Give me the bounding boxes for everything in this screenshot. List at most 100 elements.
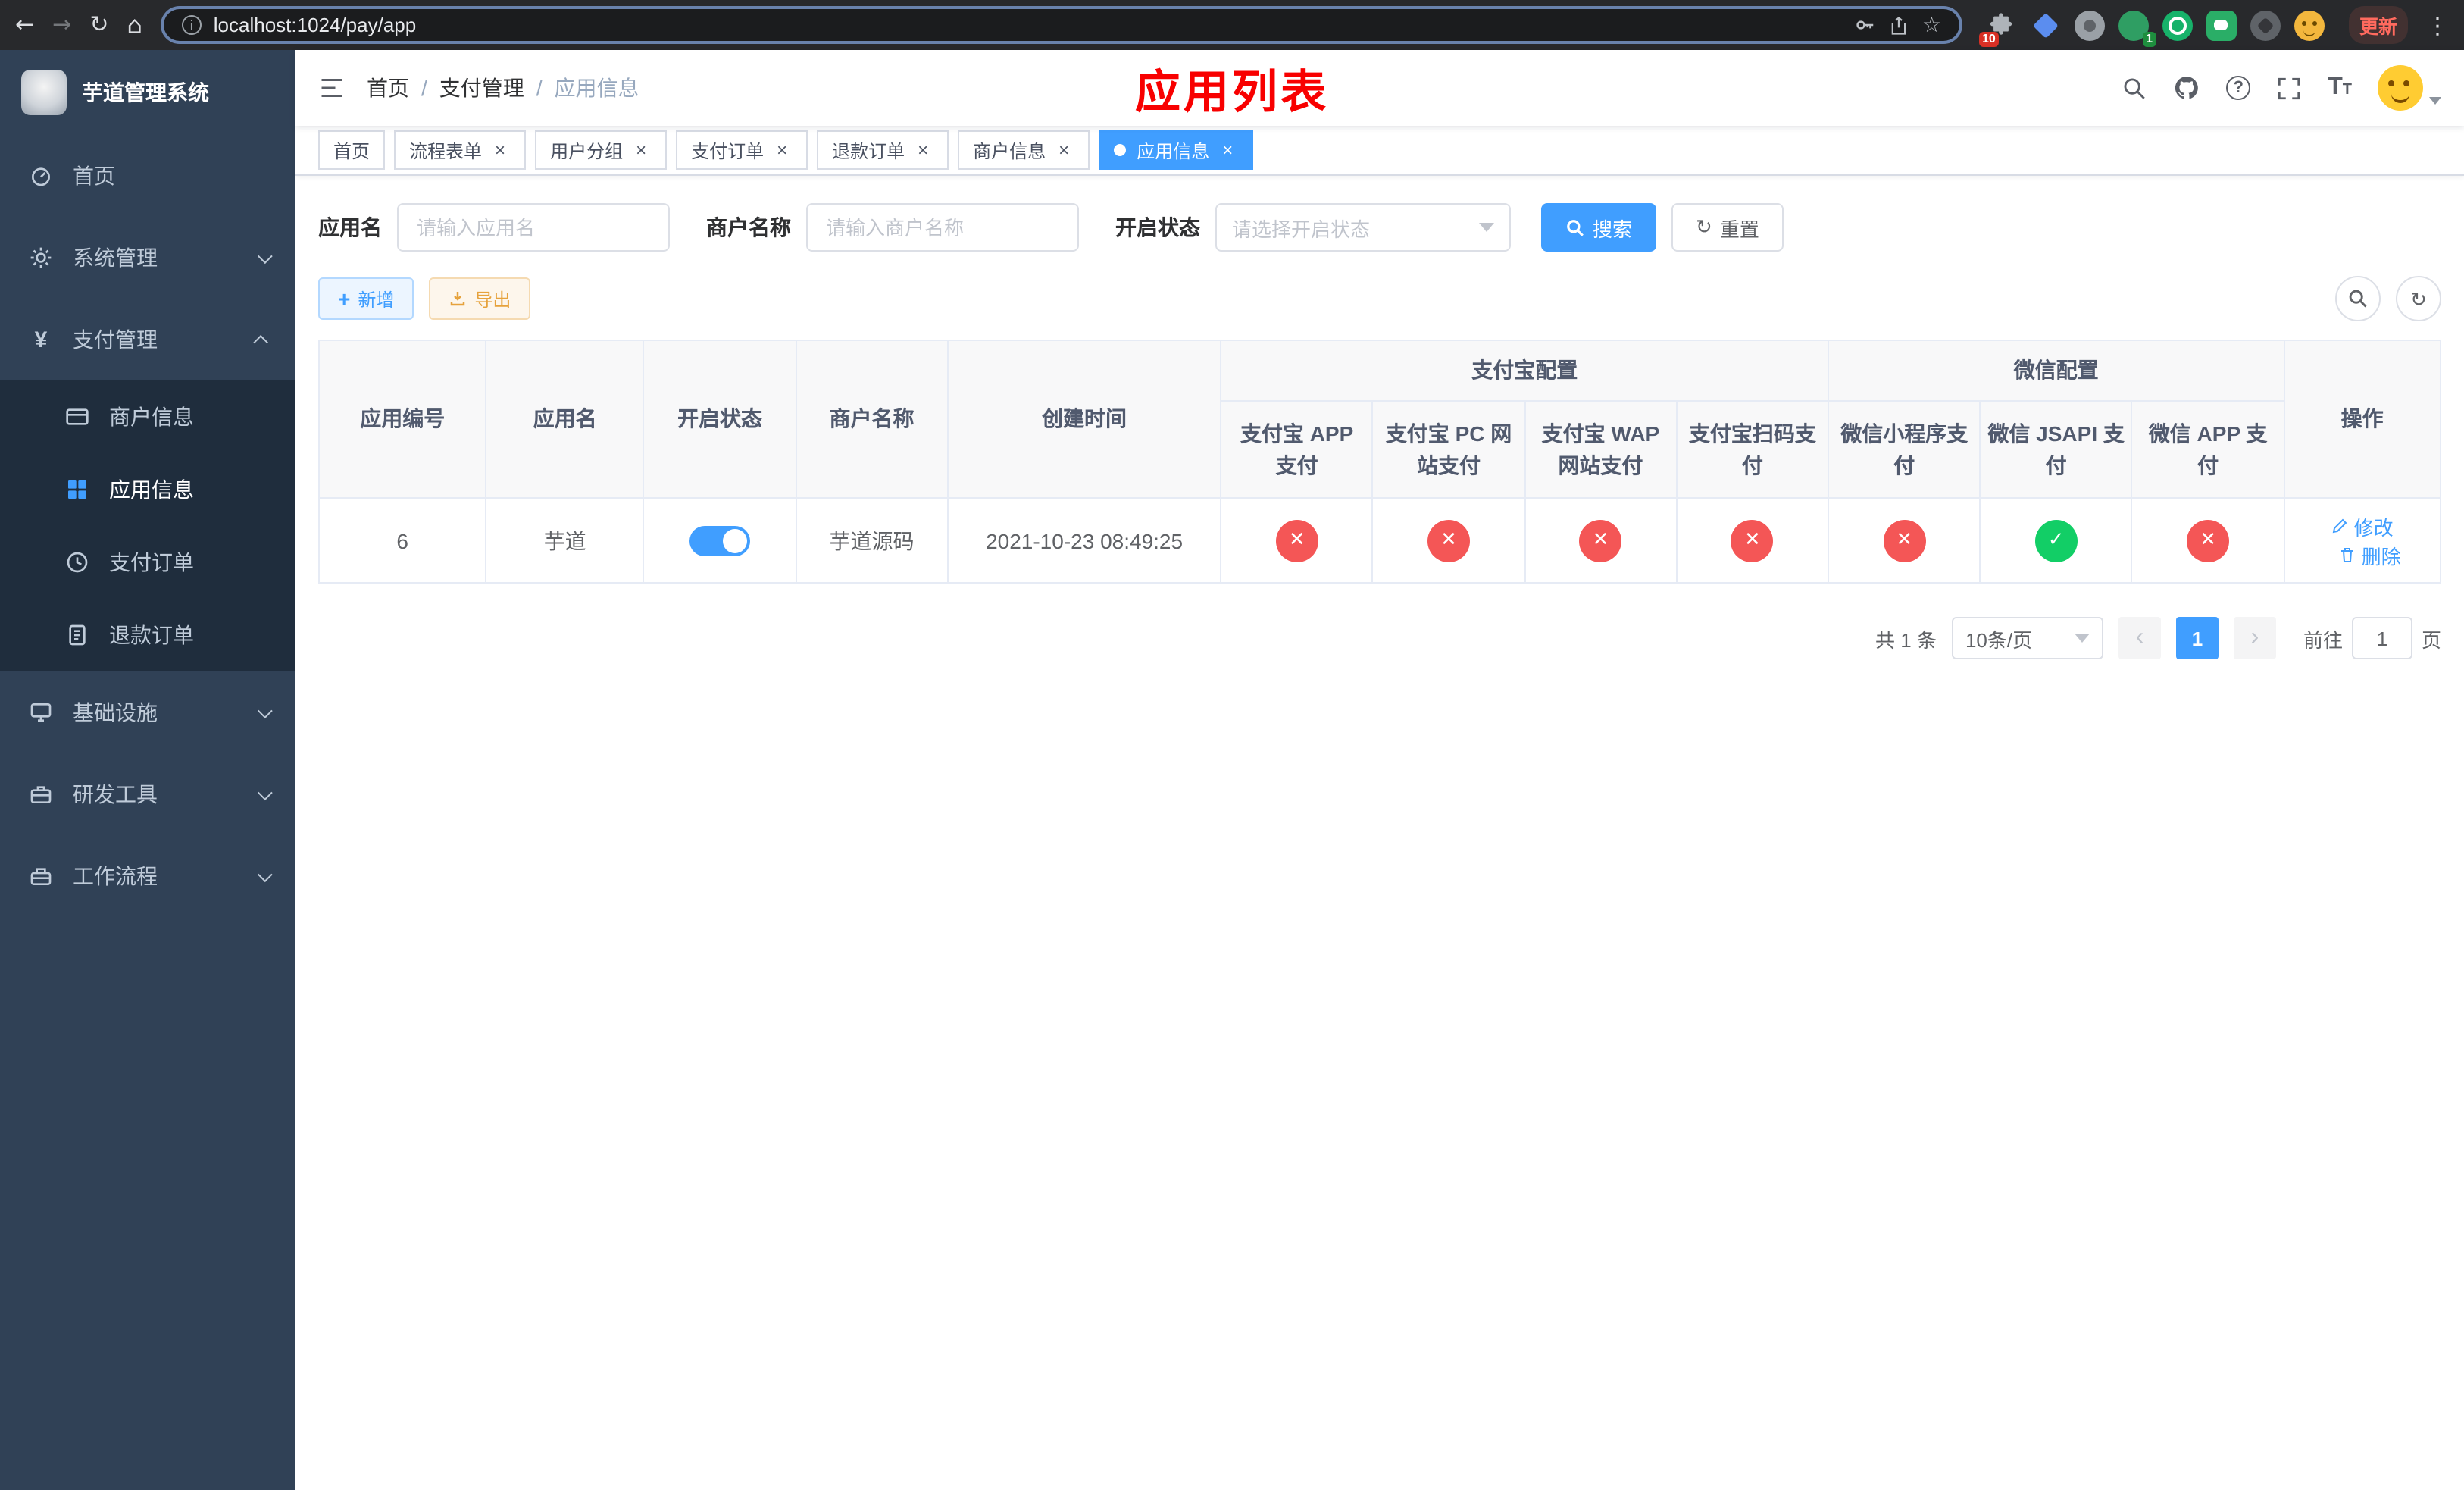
prev-page-button[interactable] — [2118, 617, 2161, 659]
extensions-puzzle-icon[interactable]: 10 — [1978, 10, 2017, 46]
chevron-down-icon — [257, 784, 273, 800]
browser-extensions: 10 1 — [1978, 10, 2325, 46]
goto-page-input[interactable] — [2351, 617, 2412, 659]
sidebar-item-dev-tools[interactable]: 研发工具 — [0, 753, 295, 835]
sidebar-item-app-info[interactable]: 应用信息 — [0, 453, 295, 526]
reset-button[interactable]: 重置 — [1671, 203, 1784, 252]
hamburger-icon[interactable] — [318, 74, 346, 102]
status-switch[interactable] — [689, 525, 751, 556]
merchant-name-input[interactable] — [806, 203, 1079, 252]
bookmark-star-icon[interactable] — [1922, 13, 1941, 37]
search-button-label: 搜索 — [1593, 218, 1633, 240]
cell-app-id: 6 — [317, 497, 487, 584]
credit-card-icon — [64, 405, 91, 429]
sidebar-item-payment[interactable]: 支付管理 — [0, 299, 295, 380]
tab-user-group[interactable]: 用户分组 — [535, 130, 668, 170]
extension-chat-icon[interactable] — [2206, 10, 2237, 40]
grid-icon — [64, 477, 91, 502]
sidebar-item-label: 支付管理 — [73, 327, 158, 352]
sidebar-item-pay-order[interactable]: 支付订单 — [0, 526, 295, 599]
delete-link[interactable]: 删除 — [2339, 540, 2401, 569]
sidebar-item-infrastructure[interactable]: 基础设施 — [0, 671, 295, 753]
cell-wechat-app: ✕ — [2131, 497, 2285, 584]
close-icon[interactable] — [489, 139, 511, 161]
help-icon[interactable] — [2226, 76, 2251, 100]
user-avatar — [2378, 65, 2423, 111]
goto-page-group: 前往 页 — [2303, 617, 2441, 659]
sidebar-payment-submenu: 商户信息 应用信息 支付订单 退款订单 — [0, 380, 295, 671]
sidebar-logo[interactable]: 芋道管理系统 — [0, 50, 295, 135]
add-button[interactable]: 新增 — [318, 277, 414, 320]
browser-forward-button[interactable] — [52, 14, 71, 36]
merchant-name-label: 商户名称 — [706, 215, 791, 239]
tags-view-bar: 首页 流程表单 用户分组 支付订单 退款订单 — [295, 126, 2464, 176]
sidebar: 芋道管理系统 首页 系统管理 ¥ 支付管理 商户信息 应用信息 支付订单 退款订… — [0, 50, 295, 1490]
sidebar-item-workflow[interactable]: 工作流程 — [0, 835, 295, 917]
extension-green-avatar-icon[interactable]: 1 — [2118, 10, 2156, 46]
user-menu[interactable] — [2378, 65, 2441, 111]
browser-update-button[interactable]: 更新 — [2348, 6, 2408, 44]
gear-icon — [27, 246, 55, 270]
browser-home-button[interactable] — [127, 13, 142, 37]
font-size-icon[interactable] — [2328, 76, 2352, 100]
next-page-button[interactable] — [2233, 617, 2276, 659]
cell-wechat-jsapi: ✓ — [1979, 497, 2133, 584]
add-button-label: 新增 — [358, 289, 395, 310]
edit-link[interactable]: 修改 — [2331, 512, 2394, 540]
breadcrumb-payment[interactable]: 支付管理 — [439, 73, 524, 103]
search-icon[interactable] — [2122, 75, 2147, 101]
delete-link-label: 删除 — [2361, 545, 2401, 568]
toolbox-icon — [27, 782, 55, 806]
export-button[interactable]: 导出 — [429, 277, 531, 320]
extensions-badge: 10 — [1978, 31, 1999, 46]
channel-status-badge: ✓ — [2034, 519, 2078, 562]
extension-gray-icon[interactable] — [2074, 10, 2105, 40]
extension-dark-icon[interactable] — [2250, 10, 2281, 40]
toolbar-right — [2335, 276, 2441, 321]
sidebar-item-merchant-info[interactable]: 商户信息 — [0, 380, 295, 453]
fullscreen-icon[interactable] — [2276, 75, 2302, 101]
browser-menu-kebab-icon[interactable] — [2426, 11, 2449, 39]
browser-profile-avatar[interactable] — [2294, 10, 2325, 40]
tab-pay-order[interactable]: 支付订单 — [676, 130, 808, 170]
extension-green-circle-icon[interactable] — [2162, 10, 2193, 40]
tab-refund-order[interactable]: 退款订单 — [817, 130, 949, 170]
plus-icon — [338, 286, 350, 311]
tab-merchant-info[interactable]: 商户信息 — [958, 130, 1090, 170]
sidebar-item-label: 基础设施 — [73, 700, 158, 725]
tab-process-form[interactable]: 流程表单 — [394, 130, 527, 170]
sidebar-item-refund-order[interactable]: 退款订单 — [0, 599, 295, 671]
close-icon[interactable] — [1217, 139, 1238, 161]
address-bar[interactable]: localhost:1024/pay/app — [160, 6, 1962, 44]
app-name-input[interactable] — [397, 203, 670, 252]
breadcrumb-home[interactable]: 首页 — [367, 73, 409, 103]
tab-app-info[interactable]: 应用信息 — [1099, 130, 1254, 170]
extension-gem-icon[interactable] — [2031, 10, 2061, 40]
monitor-icon — [27, 700, 55, 725]
status-select[interactable]: 请选择开启状态 — [1215, 203, 1511, 252]
current-page-button[interactable]: 1 — [2175, 617, 2219, 659]
close-icon[interactable] — [1053, 139, 1074, 161]
share-icon[interactable] — [1889, 14, 1910, 36]
github-icon[interactable] — [2173, 74, 2200, 102]
goto-suffix: 页 — [2421, 628, 2441, 651]
tab-home[interactable]: 首页 — [318, 130, 386, 170]
close-icon[interactable] — [912, 139, 933, 161]
close-icon[interactable] — [630, 139, 652, 161]
sidebar-item-home[interactable]: 首页 — [0, 135, 295, 217]
sidebar-item-label: 应用信息 — [109, 477, 194, 502]
chevron-up-icon — [253, 333, 269, 349]
site-info-icon[interactable] — [181, 15, 202, 35]
browser-back-button[interactable] — [15, 14, 34, 36]
chevron-down-icon — [257, 703, 273, 718]
sidebar-item-system[interactable]: 系统管理 — [0, 217, 295, 299]
browser-reload-button[interactable] — [89, 14, 108, 36]
tab-label: 应用信息 — [1137, 140, 1210, 161]
page-size-select[interactable]: 10条/页 — [1951, 617, 2103, 659]
close-icon[interactable] — [771, 139, 793, 161]
refresh-table-button[interactable] — [2396, 276, 2441, 321]
password-key-icon[interactable] — [1854, 14, 1877, 36]
search-button[interactable]: 搜索 — [1541, 203, 1657, 252]
screen: localhost:1024/pay/app 10 — [0, 0, 2464, 1490]
toggle-search-button[interactable] — [2335, 276, 2381, 321]
